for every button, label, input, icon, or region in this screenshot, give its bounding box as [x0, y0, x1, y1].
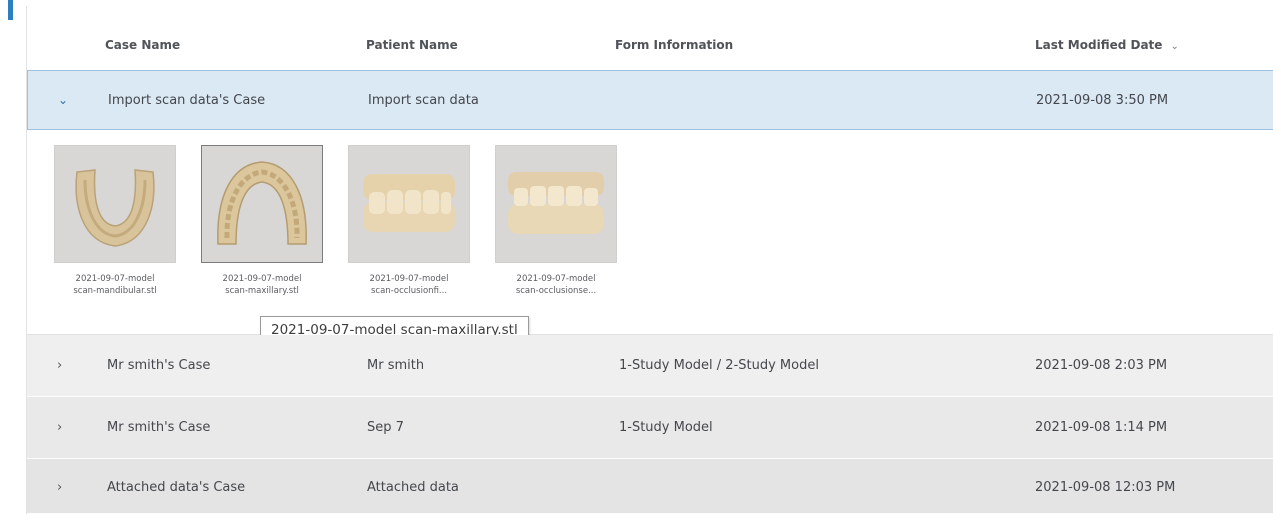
patient-name-cell: Mr smith	[367, 358, 425, 373]
file-thumbnail[interactable]: 2021-09-07-model scan-occlusionse...	[495, 145, 617, 297]
file-name-label: 2021-09-07-model scan-maxillary.stl	[222, 274, 302, 296]
column-header-patient-name[interactable]: Patient Name	[366, 38, 458, 52]
table-row[interactable]: › Mr smith's Case Sep 7 1-Study Model 20…	[27, 397, 1273, 459]
column-header-last-modified-label: Last Modified Date	[1035, 38, 1163, 52]
last-modified-date-cell: 2021-09-08 12:03 PM	[1035, 480, 1176, 495]
table-row[interactable]: › Attached data's Case Attached data 202…	[27, 459, 1273, 514]
column-header-form-information[interactable]: Form Information	[615, 38, 733, 52]
case-name-cell: Import scan data's Case	[108, 93, 266, 108]
file-name-label: 2021-09-07-model scan-occlusionse...	[515, 274, 597, 296]
file-name-label: 2021-09-07-model scan-mandibular.stl	[73, 274, 157, 296]
file-name-label: 2021-09-07-model scan-occlusionfi...	[369, 274, 449, 296]
chevron-right-icon[interactable]: ›	[57, 480, 62, 495]
case-name-cell: Attached data's Case	[107, 480, 246, 495]
maxillary-scan-thumbnail[interactable]	[201, 145, 323, 263]
file-thumbnail-selected[interactable]: 2021-09-07-model scan-maxillary.stl	[201, 145, 323, 297]
left-accent-bar	[8, 0, 13, 20]
case-list-panel: Case Name Patient Name Form Information …	[26, 6, 1273, 514]
file-thumbnail[interactable]: 2021-09-07-model scan-occlusionfi...	[348, 145, 470, 297]
file-thumbnail[interactable]: 2021-09-07-model scan-mandibular.stl	[54, 145, 176, 297]
case-name-cell: Mr smith's Case	[107, 358, 211, 373]
chevron-down-icon[interactable]: ⌄	[1170, 41, 1178, 52]
occlusion-scan-thumbnail[interactable]	[348, 145, 470, 263]
table-row-expanded[interactable]: ⌄ Import scan data's Case Import scan da…	[27, 70, 1273, 130]
mandibular-scan-thumbnail[interactable]	[54, 145, 176, 263]
column-header-last-modified-date[interactable]: Last Modified Date ⌄	[1035, 38, 1179, 52]
column-header-case-name[interactable]: Case Name	[105, 38, 180, 52]
last-modified-date-cell: 2021-09-08 3:50 PM	[1036, 93, 1169, 108]
last-modified-date-cell: 2021-09-08 2:03 PM	[1035, 358, 1168, 373]
last-modified-date-cell: 2021-09-08 1:14 PM	[1035, 420, 1168, 435]
form-information-cell: 1-Study Model / 2-Study Model	[619, 358, 819, 373]
chevron-right-icon[interactable]: ›	[57, 420, 62, 435]
patient-name-cell: Import scan data	[368, 93, 479, 108]
form-information-cell: 1-Study Model	[619, 420, 713, 435]
chevron-right-icon[interactable]: ›	[57, 358, 62, 373]
patient-name-cell: Sep 7	[367, 420, 404, 435]
case-name-cell: Mr smith's Case	[107, 420, 211, 435]
case-files-area: 2021-09-07-model scan-mandibular.stl 202…	[27, 130, 1273, 443]
table-header: Case Name Patient Name Form Information …	[27, 6, 1273, 70]
table-row[interactable]: › Mr smith's Case Mr smith 1-Study Model…	[27, 335, 1273, 397]
patient-name-cell: Attached data	[367, 480, 459, 495]
chevron-down-icon[interactable]: ⌄	[58, 93, 68, 107]
occlusion-scan-thumbnail[interactable]	[495, 145, 617, 263]
